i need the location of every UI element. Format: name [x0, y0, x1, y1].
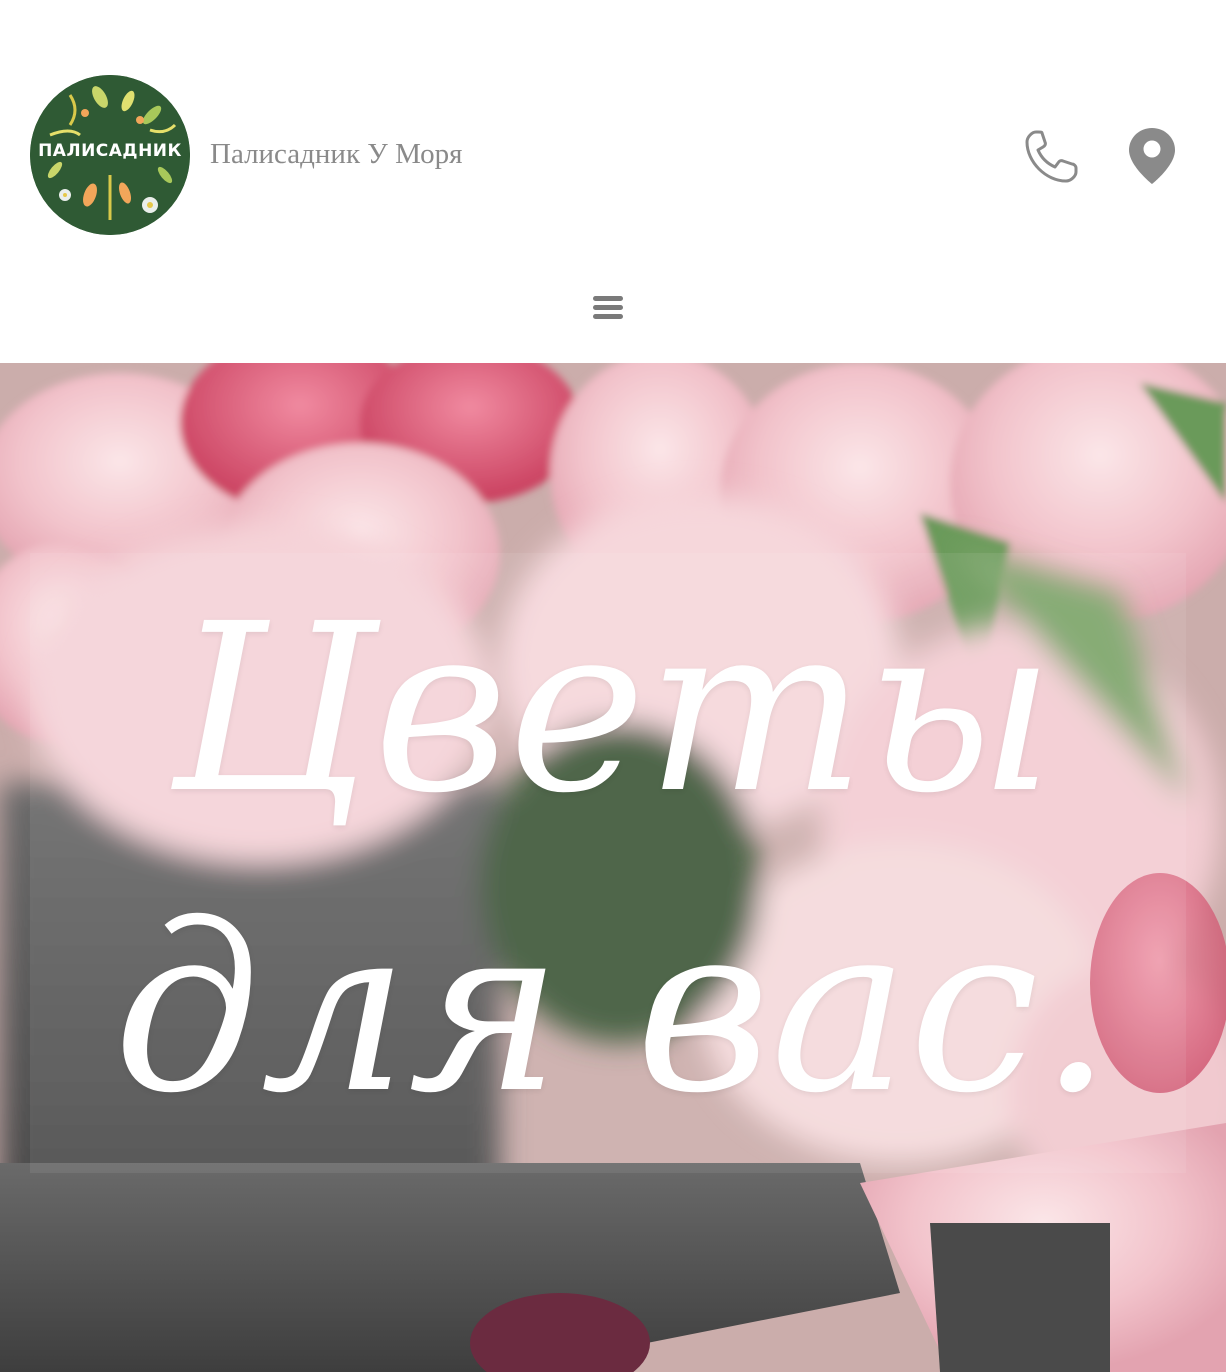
logo[interactable]: ПАЛИСАДНИК: [30, 75, 190, 235]
logo-text: ПАЛИСАДНИК: [38, 141, 182, 161]
map-marker-icon[interactable]: [1126, 126, 1178, 186]
hero-banner: Цветы для вас.: [0, 363, 1226, 1372]
hero-heading-line-2: для вас.: [113, 874, 1113, 1144]
site-header: ПАЛИСАДНИК Палисадник У Моря: [0, 0, 1226, 363]
site-title[interactable]: Палисадник У Моря: [210, 138, 462, 171]
hero-heading-line-1: Цветы: [171, 574, 1055, 844]
phone-icon[interactable]: [1022, 126, 1082, 186]
hamburger-menu-icon[interactable]: [589, 290, 627, 326]
